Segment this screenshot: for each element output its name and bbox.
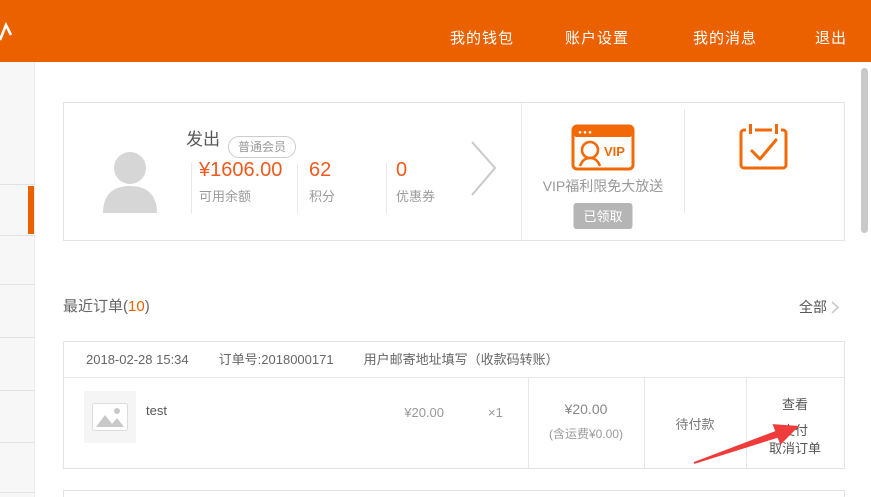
balance-stat[interactable]: ¥1606.00 可用余额 [199, 158, 293, 205]
cancel-order-link[interactable]: 取消订单 [746, 438, 844, 457]
member-level-badge: 普通会员 [228, 136, 296, 158]
vip-promo-title: VIP福利限免大放送 [522, 176, 684, 196]
svg-text:VIP: VIP [604, 144, 625, 159]
image-placeholder-icon [92, 403, 128, 431]
stat-divider [386, 163, 387, 214]
stat-divider [191, 163, 192, 214]
sidebar-divider [0, 184, 35, 185]
recent-orders-heading: 最近订单(10) [63, 295, 150, 316]
order-total: ¥20.00 [528, 401, 644, 417]
points-stat[interactable]: 62 积分 [309, 158, 335, 205]
order-number: 订单号:2018000171 [219, 352, 334, 367]
product-name[interactable]: test [146, 403, 167, 418]
view-order-link[interactable]: 查看 [746, 394, 844, 413]
top-nav-bar: 我的钱包 账户设置 我的消息 退出 [0, 0, 871, 62]
balance-value: ¥1606.00 [199, 158, 293, 183]
orders-title-prefix: 最近订单( [63, 298, 128, 315]
scrollbar-thumb[interactable] [861, 68, 868, 233]
sidebar-divider [0, 284, 35, 285]
coupons-value: 0 [396, 158, 435, 183]
points-label: 积分 [309, 186, 335, 205]
sidebar-divider [0, 492, 35, 493]
order-header: 2018-02-28 15:34 订单号:2018000171 用户邮寄地址填写（收… [64, 342, 844, 378]
sidebar-active-indicator [28, 186, 34, 234]
sidebar-divider [0, 235, 35, 236]
order-status: 待付款 [644, 378, 746, 468]
product-thumbnail[interactable] [84, 391, 136, 443]
sidebar-divider [0, 337, 35, 338]
nav-my-messages[interactable]: 我的消息 [693, 27, 757, 48]
nav-account-settings[interactable]: 账户设置 [565, 27, 629, 48]
logo-fragment-icon [0, 22, 14, 42]
shipping-note: (含运费¥0.00) [528, 425, 644, 442]
vip-browser-icon: VIP [571, 124, 635, 171]
order-actions-cell: 查看 支付 取消订单 [746, 378, 844, 468]
sidebar-divider [0, 442, 35, 443]
view-all-label: 全部 [799, 297, 827, 317]
points-value: 62 [309, 158, 335, 183]
next-order-card-partial [63, 490, 845, 497]
sidebar-sliver [0, 62, 35, 497]
avatar [101, 149, 159, 213]
vip-promo-block[interactable]: VIP VIP福利限免大放送 已领取 [522, 103, 684, 240]
order-datetime: 2018-02-28 15:34 [86, 352, 189, 367]
stat-divider [297, 163, 298, 214]
pay-order-link[interactable]: 支付 [746, 420, 844, 439]
product-unit-price: ¥20.00 [389, 405, 444, 420]
product-quantity: ×1 [488, 405, 503, 420]
view-all-orders-link[interactable]: 全部 [799, 297, 839, 317]
chevron-right-icon[interactable] [469, 139, 499, 199]
user-summary-card: 发出 普通会员 ¥1606.00 可用余额 62 积分 0 优惠券 [63, 102, 845, 241]
chevron-right-small-icon [831, 301, 839, 314]
card-section-divider [684, 109, 685, 213]
sidebar-divider [0, 390, 35, 391]
order-card: 2018-02-28 15:34 订单号:2018000171 用户邮寄地址填写（收… [63, 341, 845, 469]
orders-count: 10 [128, 298, 145, 315]
nav-my-wallet[interactable]: 我的钱包 [450, 27, 514, 48]
orders-title-suffix: ) [145, 298, 150, 315]
order-total-cell: ¥20.00 (含运费¥0.00) [528, 378, 644, 468]
coupons-label: 优惠券 [396, 186, 435, 205]
nav-logout[interactable]: 退出 [815, 27, 847, 48]
coupons-stat[interactable]: 0 优惠券 [396, 158, 435, 205]
calendar-check-icon[interactable] [739, 123, 788, 170]
order-note: 用户邮寄地址填写（收款码转账） [364, 352, 559, 367]
vip-claimed-badge: 已领取 [573, 203, 632, 229]
page-scrollbar[interactable] [861, 62, 868, 497]
account-page: 我的钱包 账户设置 我的消息 退出 发出 普通会员 ¥1606.00 可用余额 [0, 0, 871, 497]
balance-label: 可用余额 [199, 186, 293, 205]
username: 发出 [186, 125, 220, 150]
